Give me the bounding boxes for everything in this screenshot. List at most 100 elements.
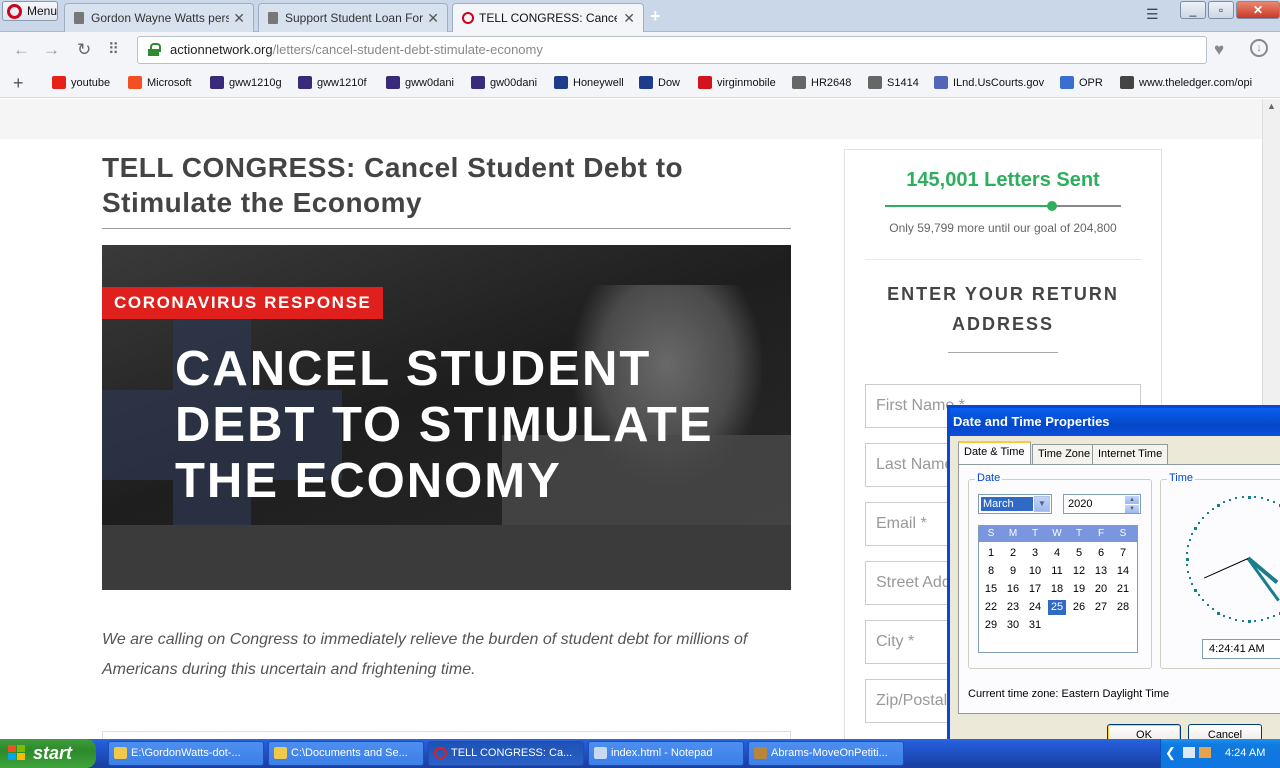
clock-tick [1248,496,1251,499]
calendar-day[interactable]: 1 [982,546,1000,561]
calendar-day[interactable]: 27 [1092,600,1110,615]
show-hidden-icons-icon[interactable]: ❮ [1165,745,1176,761]
speed-dial-icon[interactable]: ⠿ [108,40,119,58]
calendar-day[interactable]: 15 [982,582,1000,597]
calendar-day[interactable]: 13 [1092,564,1110,579]
clock-tick [1254,496,1257,499]
bookmark-item[interactable]: virginmobile [698,76,776,89]
tray-clock[interactable]: 4:24 AM [1225,747,1265,759]
tab-support-student-loan[interactable]: Support Student Loan Forgiv ✕ [258,3,448,32]
heart-icon[interactable]: ♥ [1214,40,1224,60]
bookmark-item[interactable]: gww1210f [298,76,367,89]
add-bookmark-icon[interactable]: + [13,73,24,94]
new-tab-icon[interactable]: + [650,6,661,27]
start-button[interactable]: start [0,739,96,768]
hero-badge: CORONAVIRUS RESPONSE [102,287,384,319]
progress-marker [1047,201,1058,211]
url-bar[interactable]: actionnetwork.org/letters/cancel-student… [137,36,1207,64]
bookmark-item[interactable]: ILnd.UsCourts.gov [934,76,1044,89]
calendar-day[interactable]: 10 [1026,564,1044,579]
calendar-day[interactable]: 24 [1026,600,1044,615]
calendar-day[interactable]: 20 [1092,582,1110,597]
calendar-day[interactable]: 26 [1070,600,1088,615]
bookmark-item[interactable]: HR2648 [792,76,851,89]
task-label: index.html - Notepad [611,747,713,759]
scroll-up-icon[interactable]: ▲ [1267,101,1276,111]
tab-close-icon[interactable]: ✕ [233,10,245,27]
calendar-day[interactable]: 17 [1026,582,1044,597]
calendar-day[interactable]: 8 [982,564,1000,579]
minimize-icon[interactable]: _ [1180,1,1206,19]
calendar-day[interactable]: 5 [1070,546,1088,561]
tab-date-time[interactable]: Date & Time [958,441,1031,465]
calendar-day[interactable]: 16 [1004,582,1022,597]
bookmark-item[interactable]: Microsoft [128,76,192,89]
spin-up-icon[interactable]: ▲ [1125,496,1139,504]
task-petition[interactable]: Abrams-MoveOnPetiti... [748,741,904,766]
back-icon[interactable]: ← [13,40,30,60]
bookmark-item[interactable]: S1414 [868,76,919,89]
time-field[interactable]: 4:24:41 AM [1202,639,1280,659]
chevron-down-icon[interactable]: ▼ [1034,496,1050,512]
calendar-day[interactable]: 2 [1004,546,1022,561]
task-explorer-e[interactable]: E:\GordonWatts-dot-... [108,741,264,766]
calendar-day[interactable]: 21 [1114,582,1132,597]
maximize-icon[interactable]: ▫ [1208,1,1234,19]
field-placeholder: Email * [876,515,927,532]
opera-menu-button[interactable]: Menu [2,1,58,21]
calendar-day[interactable]: 9 [1004,564,1022,579]
calendar-day[interactable]: 18 [1048,582,1066,597]
volume-icon[interactable] [1199,747,1211,758]
tab-close-icon[interactable]: ✕ [427,10,439,27]
weekday-label: S [1119,528,1127,539]
tab-menu-icon[interactable]: ☰ [1146,6,1159,23]
tab-time-zone[interactable]: Time Zone [1032,444,1097,464]
spin-down-icon[interactable]: ▼ [1125,505,1139,513]
tab-close-icon[interactable]: ✕ [623,10,635,27]
bookmark-item[interactable]: gw00dani [471,76,537,89]
calendar-day[interactable]: 4 [1048,546,1066,561]
bookmark-item[interactable]: gww1210g [210,76,282,89]
bookmark-item[interactable]: Honeywell [554,76,624,89]
address-toolbar: ← → ↻ ⠿ actionnetwork.org/letters/cancel… [0,32,1280,68]
calendar-day[interactable]: 6 [1092,546,1110,561]
calendar-day[interactable]: 11 [1048,564,1066,579]
calendar-day[interactable]: 23 [1004,600,1022,615]
calendar-day[interactable]: 3 [1026,546,1044,561]
task-explorer-c[interactable]: C:\Documents and Se... [268,741,424,766]
bookmark-item[interactable]: youtube [52,76,110,89]
calendar-day[interactable]: 25 [1048,600,1066,615]
calendar-day[interactable]: 22 [982,600,1000,615]
bookmark-item[interactable]: www.theledger.com/opi [1120,76,1260,89]
field-placeholder: Zip/Postal [876,692,948,709]
bookmark-item[interactable]: gww0dani [386,76,454,89]
month-select[interactable]: March ▼ [978,494,1052,514]
calendar-day[interactable]: 12 [1070,564,1088,579]
calendar-day[interactable]: 19 [1070,582,1088,597]
clock-tick [1273,614,1276,617]
year-stepper[interactable]: 2020 ▲ ▼ [1063,494,1141,514]
reload-icon[interactable]: ↻ [77,40,91,60]
task-notepad[interactable]: index.html - Notepad [588,741,744,766]
tab-tell-congress[interactable]: TELL CONGRESS: Cancel Stu ✕ [452,3,644,33]
calendar-day[interactable]: 31 [1026,618,1044,633]
tab-internet-time[interactable]: Internet Time [1092,444,1169,464]
forward-icon[interactable]: → [43,40,60,60]
clock-tick [1217,504,1220,508]
bookmark-item[interactable]: OPR [1060,76,1103,89]
dialog-title[interactable]: Date and Time Properties [950,408,1280,436]
network-icon[interactable] [1183,747,1195,758]
clock-tick [1201,516,1204,519]
calendar-day[interactable]: 28 [1114,600,1132,615]
letters-sent-count: 145,001 Letters Sent [906,169,1100,191]
task-opera[interactable]: TELL CONGRESS: Ca... [428,741,584,766]
calendar-day[interactable]: 7 [1114,546,1132,561]
calendar-day[interactable]: 29 [982,618,1000,633]
calendar-day[interactable]: 14 [1114,564,1132,579]
tab-gordon-watts[interactable]: Gordon Wayne Watts perso ✕ [64,3,254,32]
progress-fill [885,205,1053,207]
download-icon[interactable]: ↓ [1250,39,1268,57]
close-icon[interactable]: ✕ [1236,1,1280,19]
bookmark-item[interactable]: Dow [639,76,680,89]
calendar-day[interactable]: 30 [1004,618,1022,633]
